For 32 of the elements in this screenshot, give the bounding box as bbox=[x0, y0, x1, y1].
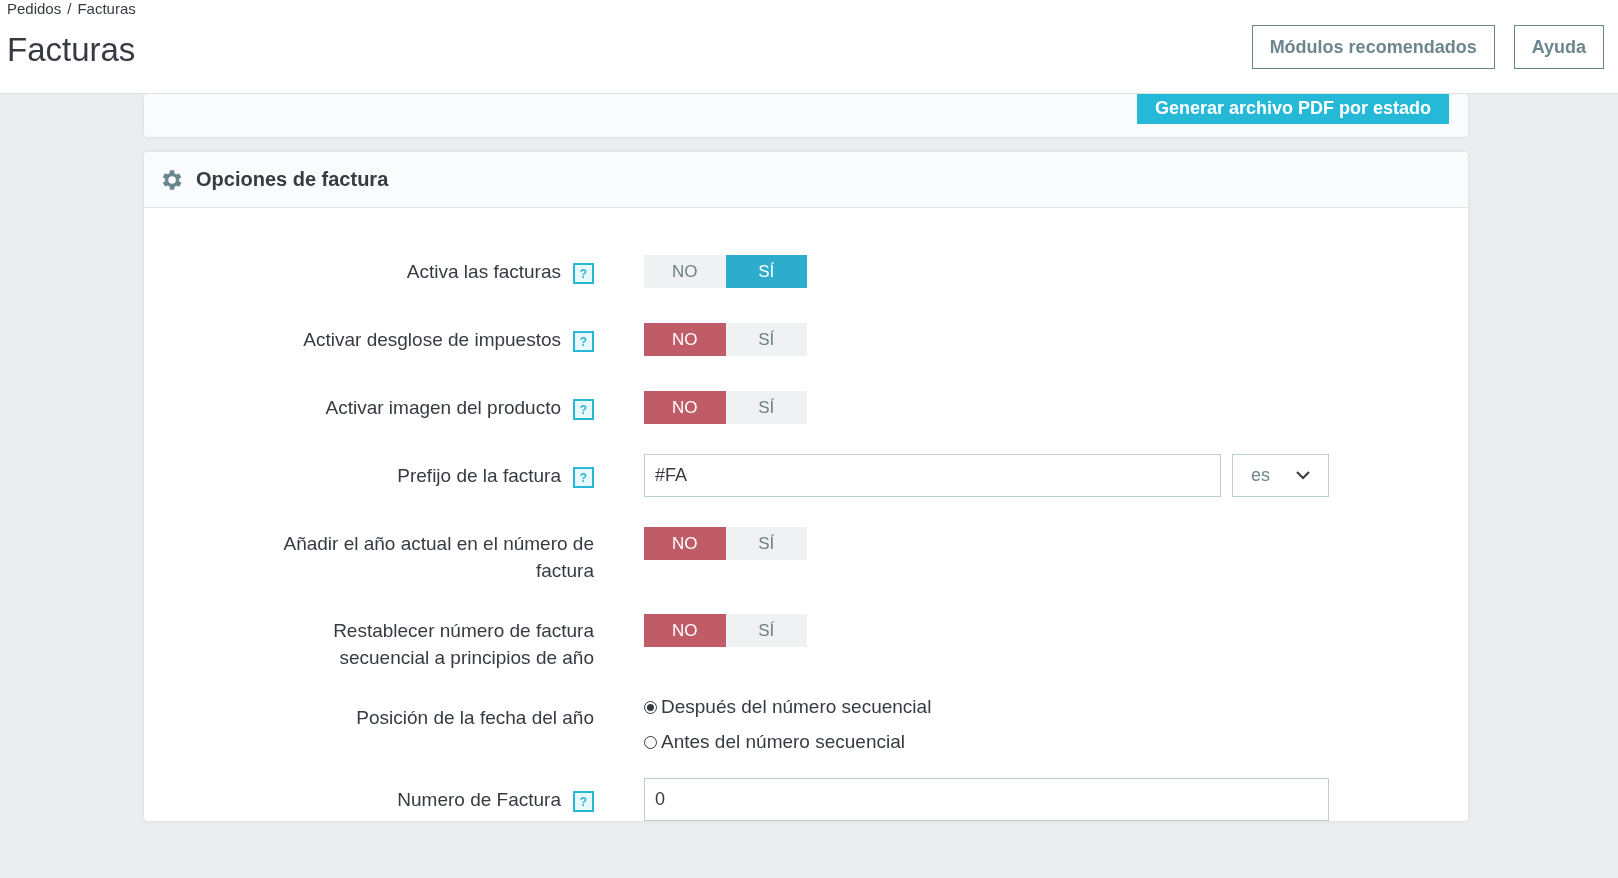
language-select[interactable]: es bbox=[1232, 454, 1329, 497]
help-icon[interactable]: ? bbox=[573, 791, 594, 812]
field-label: Posición de la fecha del año bbox=[356, 706, 594, 730]
generate-pdf-button[interactable]: Generar archivo PDF por estado bbox=[1136, 93, 1449, 124]
field-label: Activar imagen del producto bbox=[325, 396, 561, 420]
header-button[interactable]: Ayuda bbox=[1513, 25, 1604, 69]
yes-option[interactable]: SÍ bbox=[725, 255, 807, 288]
panel-title: Opciones de factura bbox=[196, 168, 389, 191]
breadcrumb-link[interactable]: Pedidos bbox=[7, 0, 62, 17]
chevron-down-icon bbox=[1296, 471, 1310, 480]
help-icon[interactable]: ? bbox=[573, 399, 594, 420]
no-option[interactable]: NO bbox=[644, 527, 726, 560]
help-icon[interactable]: ? bbox=[573, 331, 594, 352]
field-label: Prefijo de la factura bbox=[397, 464, 561, 488]
page-title: Facturas bbox=[7, 31, 136, 69]
no-option[interactable]: NO bbox=[644, 391, 726, 424]
help-icon[interactable]: ? bbox=[573, 263, 594, 284]
text-field[interactable]: 0 bbox=[644, 778, 1329, 821]
no-option[interactable]: NO bbox=[644, 614, 726, 647]
field-label: Activar desglose de impuestos bbox=[303, 328, 561, 352]
field-label: Numero de Factura bbox=[397, 788, 561, 812]
radio-option[interactable]: Antes del número secuencial bbox=[644, 731, 1468, 753]
no-option[interactable]: NO bbox=[644, 323, 726, 356]
field-label: Activa las facturas bbox=[406, 260, 561, 284]
field-label: Añadir el año actual en el número de factura bbox=[282, 532, 594, 583]
radio-option[interactable]: Después del número secuencial bbox=[644, 696, 1468, 718]
breadcrumb-separator: / bbox=[67, 0, 72, 17]
field-label: Restablecer número de factura secuencial a principios de año bbox=[332, 619, 594, 670]
help-icon[interactable]: ? bbox=[573, 467, 594, 488]
text-field[interactable]: #FA bbox=[644, 454, 1221, 497]
header-button[interactable]: Módulos recomendados bbox=[1251, 25, 1495, 69]
breadcrumb-link[interactable]: Facturas bbox=[77, 0, 136, 17]
